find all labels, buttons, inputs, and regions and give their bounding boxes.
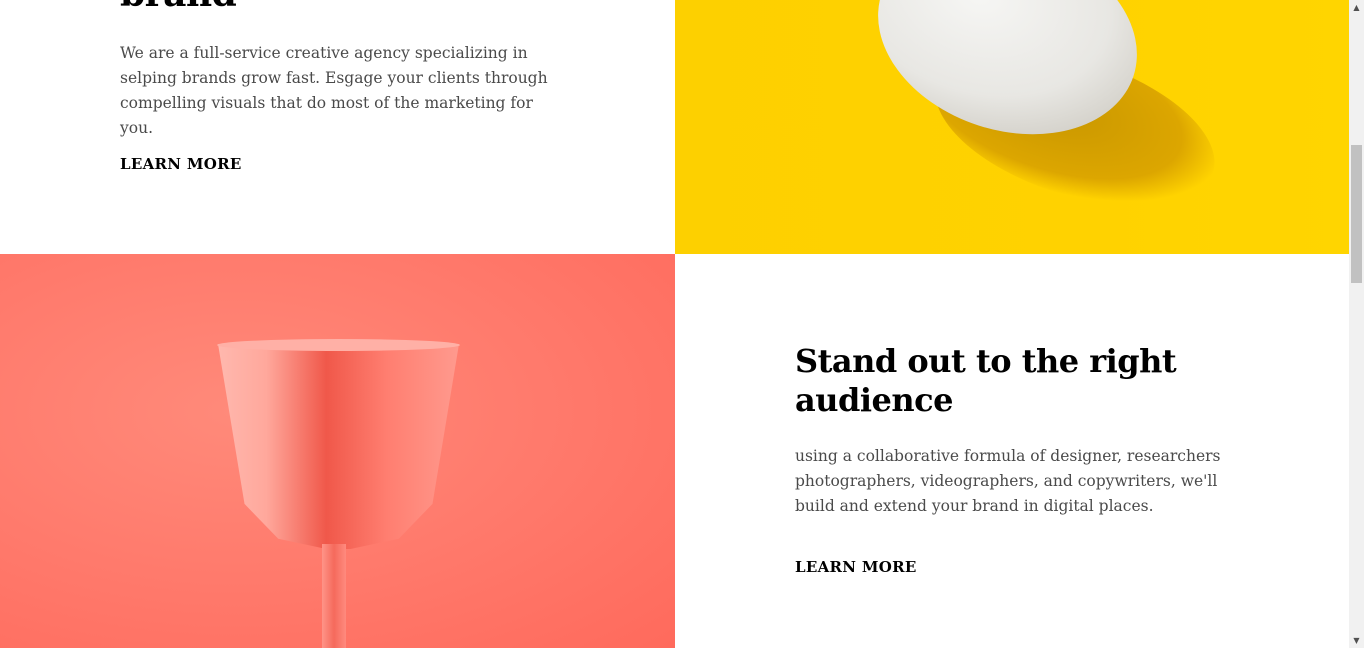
scroll-down-icon[interactable]: ▼ bbox=[1349, 633, 1364, 648]
vertical-scrollbar[interactable]: ▲ ▼ bbox=[1349, 0, 1364, 648]
learn-more-link-bottom[interactable]: LEARN MORE bbox=[795, 558, 917, 576]
cup-body bbox=[218, 344, 459, 549]
section-top-heading: brand bbox=[120, 0, 237, 14]
section-bottom-heading: Stand out to the right audience bbox=[795, 342, 1177, 419]
cup-rim bbox=[217, 339, 460, 351]
scroll-up-icon[interactable]: ▲ bbox=[1349, 0, 1364, 15]
section-top-body: We are a full-service creative agency sp… bbox=[120, 44, 548, 137]
section-top-text: brand We are a full-service creative age… bbox=[0, 0, 675, 254]
page: brand We are a full-service creative age… bbox=[0, 0, 1349, 648]
yellow-egg-image bbox=[675, 0, 1349, 254]
cup-stem bbox=[322, 544, 346, 648]
section-bottom-body: using a collaborative formula of designe… bbox=[795, 447, 1221, 515]
learn-more-link-top[interactable]: LEARN MORE bbox=[120, 155, 242, 173]
section-bottom-text: Stand out to the right audience using a … bbox=[675, 254, 1349, 648]
coral-cup-image bbox=[0, 254, 675, 648]
scroll-thumb[interactable] bbox=[1351, 145, 1362, 283]
